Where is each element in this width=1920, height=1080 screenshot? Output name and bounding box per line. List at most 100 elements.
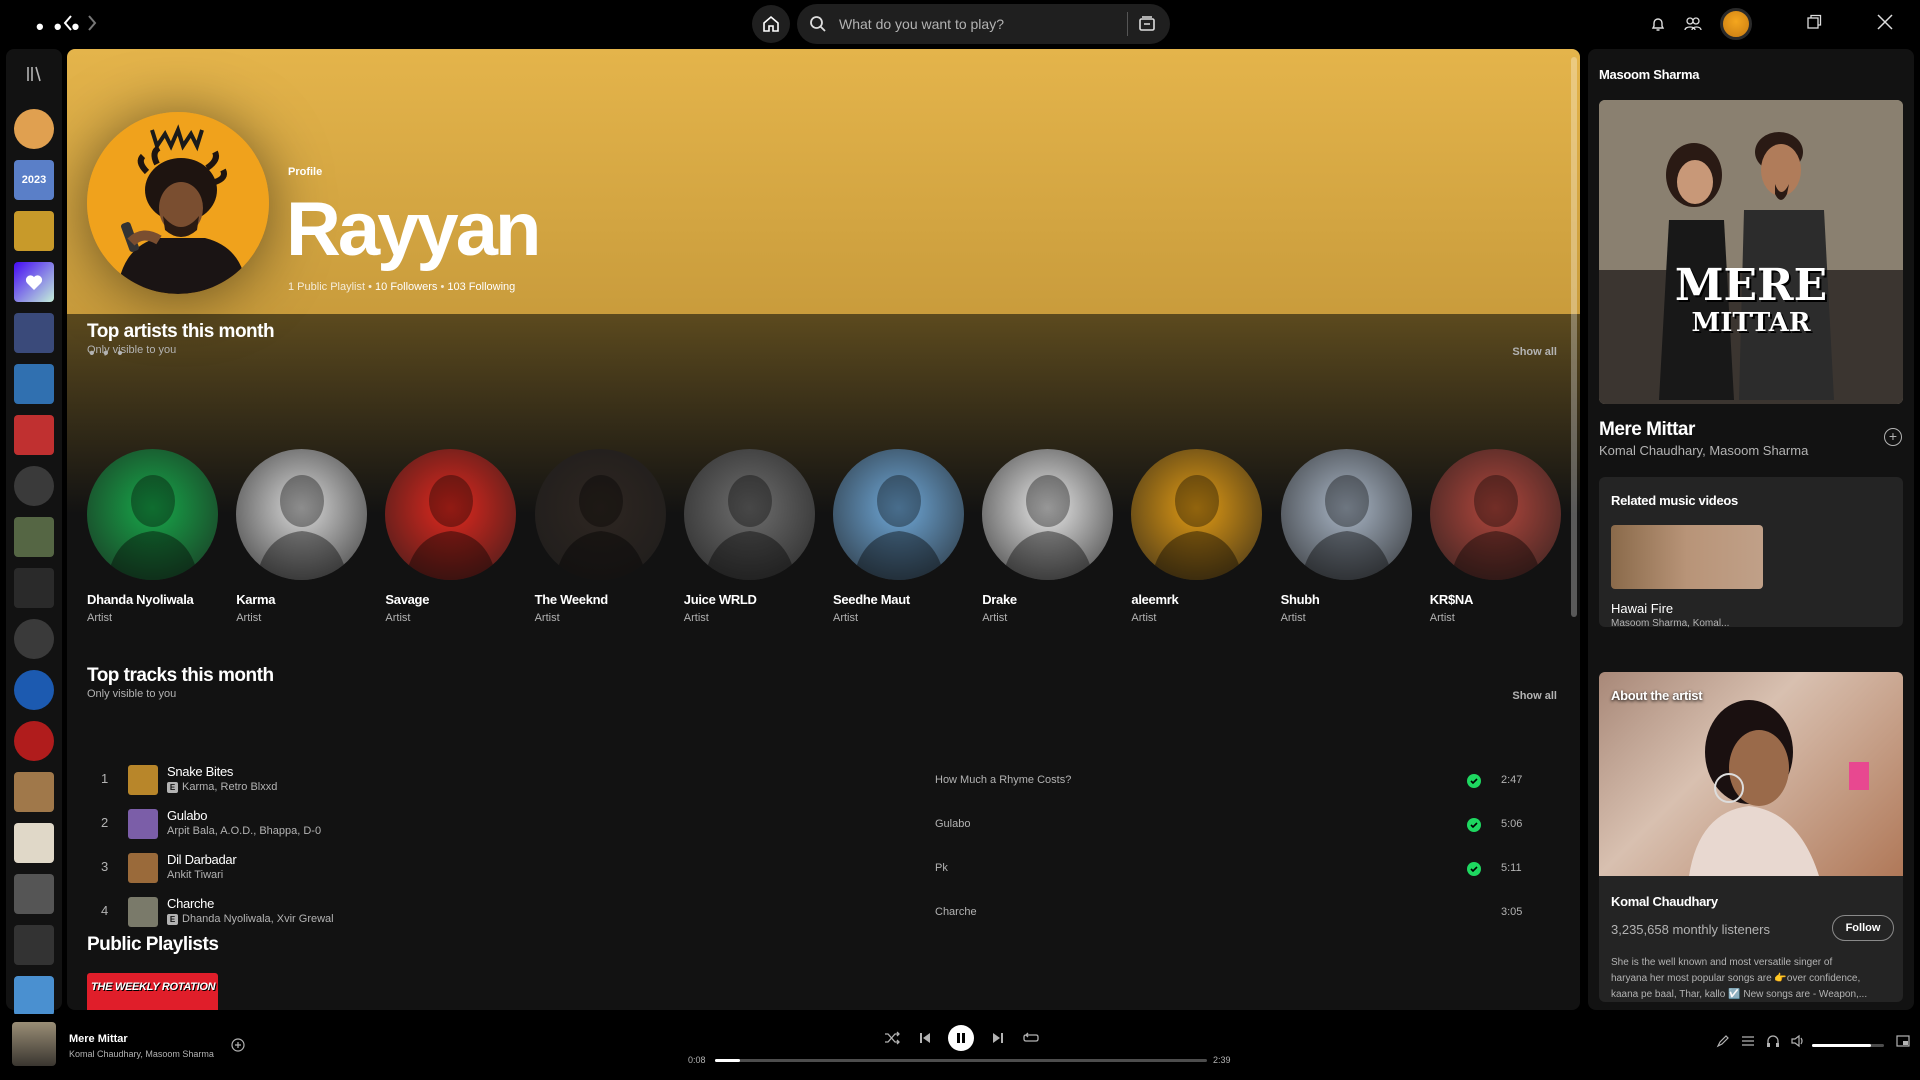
main-scrollbar[interactable] bbox=[1571, 57, 1577, 617]
browse-icon[interactable] bbox=[1137, 14, 1157, 34]
lyrics-icon[interactable] bbox=[1716, 1034, 1730, 1048]
now-playing-cover[interactable]: MERE MITTAR bbox=[1599, 100, 1903, 404]
library-item[interactable] bbox=[14, 211, 54, 251]
back-icon[interactable] bbox=[62, 14, 74, 32]
track-album[interactable]: How Much a Rhyme Costs? bbox=[935, 774, 1071, 786]
track-artists[interactable]: Karma, Retro Blxxd bbox=[182, 781, 277, 793]
artist-name[interactable]: Karma bbox=[236, 592, 368, 607]
top-tracks-title[interactable]: Top tracks this month bbox=[87, 665, 274, 687]
queue-icon[interactable] bbox=[1741, 1034, 1755, 1048]
artist-bio[interactable]: She is the well known and most versatile… bbox=[1611, 955, 1867, 1002]
connect-device-icon[interactable] bbox=[1766, 1034, 1780, 1048]
pause-button[interactable] bbox=[948, 1025, 974, 1051]
track-row[interactable]: 1 Snake Bites E Karma, Retro Blxxd How Much … bbox=[87, 757, 1547, 801]
library-item[interactable] bbox=[14, 466, 54, 506]
library-item[interactable] bbox=[14, 670, 54, 710]
player-cover[interactable] bbox=[12, 1022, 56, 1066]
track-title[interactable]: Dil Darbadar bbox=[167, 852, 237, 867]
following-count[interactable]: 103 Following bbox=[447, 281, 515, 293]
profile-avatar[interactable] bbox=[87, 112, 269, 294]
artist-name[interactable]: Dhanda Nyoliwala bbox=[87, 592, 219, 607]
artist-card[interactable]: Shubh Artist bbox=[1280, 449, 1413, 624]
saved-check-icon[interactable] bbox=[1467, 862, 1481, 876]
progress-bar[interactable] bbox=[715, 1059, 1207, 1062]
artist-card[interactable]: KR$NA Artist bbox=[1429, 449, 1562, 624]
artist-name[interactable]: Seedhe Maut bbox=[833, 592, 965, 607]
add-to-library-icon[interactable]: + bbox=[1884, 428, 1902, 446]
next-icon[interactable] bbox=[991, 1031, 1005, 1045]
notifications-icon[interactable] bbox=[1650, 0, 1666, 48]
playlist-card-weekly-rotation[interactable]: THE WEEKLY ROTATION bbox=[87, 973, 218, 1010]
mini-player-icon[interactable] bbox=[1896, 1034, 1910, 1048]
track-artists[interactable]: Dhanda Nyoliwala, Xvir Grewal bbox=[182, 913, 334, 925]
library-icon[interactable] bbox=[25, 65, 43, 83]
home-button[interactable] bbox=[752, 5, 790, 43]
library-item[interactable] bbox=[14, 823, 54, 863]
track-album[interactable]: Pk bbox=[935, 862, 948, 874]
now-playing-header[interactable]: Masoom Sharma bbox=[1599, 67, 1699, 82]
artist-name[interactable]: Juice WRLD bbox=[684, 592, 816, 607]
library-item[interactable] bbox=[14, 976, 54, 1016]
artist-card[interactable]: Drake Artist bbox=[982, 449, 1114, 624]
artist-name[interactable]: aleemrk bbox=[1131, 592, 1263, 607]
followers-count[interactable]: 10 Followers bbox=[375, 281, 437, 293]
library-item[interactable] bbox=[14, 925, 54, 965]
library-item[interactable] bbox=[14, 772, 54, 812]
forward-icon[interactable] bbox=[86, 14, 98, 32]
user-avatar[interactable] bbox=[1720, 0, 1752, 48]
video-thumbnail[interactable] bbox=[1611, 525, 1763, 589]
search-bar[interactable]: What do you want to play? bbox=[797, 4, 1170, 44]
track-title[interactable]: Snake Bites bbox=[167, 764, 233, 779]
top-tracks-show-all[interactable]: Show all bbox=[1512, 690, 1557, 702]
player-track-artists[interactable]: Komal Chaudhary, Masoom Sharma bbox=[69, 1049, 214, 1059]
library-item[interactable] bbox=[14, 721, 54, 761]
about-artist-name[interactable]: Komal Chaudhary bbox=[1611, 894, 1718, 909]
track-title[interactable]: Gulabo bbox=[167, 808, 207, 823]
artist-name[interactable]: KR$NA bbox=[1430, 592, 1562, 607]
public-playlists-count[interactable]: 1 Public Playlist bbox=[288, 281, 365, 293]
now-playing-artists[interactable]: Komal Chaudhary, Masoom Sharma bbox=[1599, 443, 1808, 458]
app-menu-button[interactable]: • • • bbox=[36, 14, 81, 40]
saved-check-icon[interactable] bbox=[1467, 774, 1481, 788]
friend-activity-icon[interactable] bbox=[1684, 0, 1702, 48]
add-to-liked-icon[interactable] bbox=[231, 1038, 245, 1052]
library-item[interactable] bbox=[14, 109, 54, 149]
library-item[interactable] bbox=[14, 874, 54, 914]
follow-button[interactable]: Follow bbox=[1832, 915, 1894, 941]
library-item[interactable] bbox=[14, 364, 54, 404]
artist-card[interactable]: Savage Artist bbox=[385, 449, 517, 624]
library-item[interactable] bbox=[14, 517, 54, 557]
top-artists-show-all[interactable]: Show all bbox=[1512, 346, 1557, 358]
track-artists[interactable]: Arpit Bala, A.O.D., Bhappa, D-0 bbox=[167, 825, 321, 837]
video-title[interactable]: Hawai Fire bbox=[1611, 601, 1673, 616]
track-album[interactable]: Charche bbox=[935, 906, 977, 918]
search-input[interactable]: What do you want to play? bbox=[839, 16, 1004, 32]
restore-window-icon[interactable] bbox=[1806, 14, 1822, 30]
player-track-title[interactable]: Mere Mittar bbox=[69, 1033, 128, 1045]
about-artist-card[interactable]: About the artist Komal Chaudhary 3,235,6… bbox=[1599, 672, 1903, 1002]
artist-card[interactable]: Karma Artist bbox=[236, 449, 368, 624]
library-item[interactable]: 2023 bbox=[14, 160, 54, 200]
artist-name[interactable]: Savage bbox=[385, 592, 517, 607]
artist-card[interactable]: Seedhe Maut Artist bbox=[833, 449, 965, 624]
library-item[interactable] bbox=[14, 313, 54, 353]
library-item[interactable] bbox=[14, 415, 54, 455]
track-album[interactable]: Gulabo bbox=[935, 818, 970, 830]
previous-icon[interactable] bbox=[918, 1031, 932, 1045]
artist-card[interactable]: Juice WRLD Artist bbox=[683, 449, 816, 624]
close-window-icon[interactable] bbox=[1877, 14, 1893, 30]
artist-name[interactable]: Shubh bbox=[1281, 592, 1413, 607]
public-playlists-title[interactable]: Public Playlists bbox=[87, 934, 219, 956]
artist-card[interactable]: aleemrk Artist bbox=[1131, 449, 1263, 624]
artist-card[interactable]: The Weeknd Artist bbox=[534, 449, 667, 624]
track-row[interactable]: 3 Dil Darbadar Ankit Tiwari Pk 5:11 bbox=[87, 845, 1547, 889]
volume-slider[interactable] bbox=[1812, 1044, 1884, 1047]
top-artists-title[interactable]: Top artists this month bbox=[87, 321, 275, 343]
saved-check-icon[interactable] bbox=[1467, 818, 1481, 832]
artist-name[interactable]: The Weeknd bbox=[535, 592, 667, 607]
shuffle-icon[interactable] bbox=[884, 1031, 900, 1045]
track-row[interactable]: 4 Charche E Dhanda Nyoliwala, Xvir Grewal Ch… bbox=[87, 889, 1547, 933]
now-playing-title[interactable]: Mere Mittar bbox=[1599, 419, 1695, 441]
track-row[interactable]: 2 Gulabo Arpit Bala, A.O.D., Bhappa, D-0 Gu… bbox=[87, 801, 1547, 845]
library-item[interactable] bbox=[14, 568, 54, 608]
